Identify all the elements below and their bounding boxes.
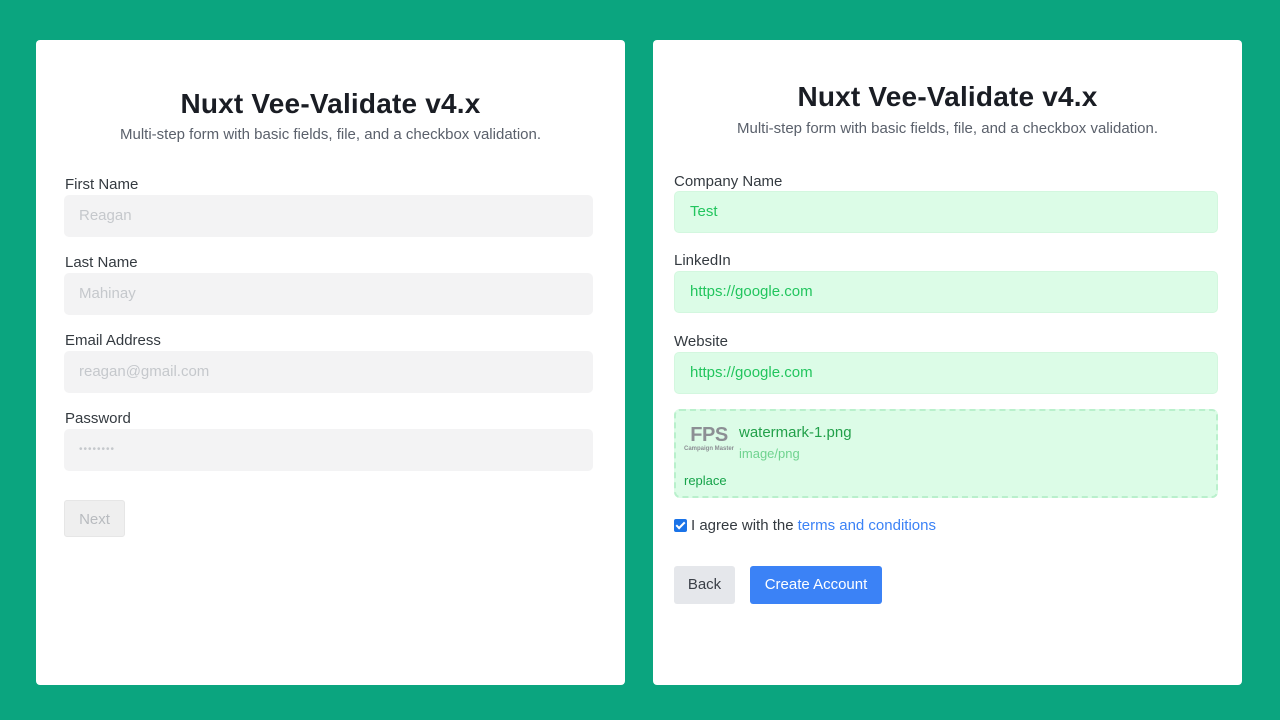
thumbnail-logo-subtext: Campaign Master (684, 446, 735, 452)
linkedin-label: LinkedIn (674, 252, 731, 269)
next-button[interactable]: Next (64, 500, 125, 537)
terms-link[interactable]: terms and conditions (798, 517, 936, 534)
page-subtitle: Multi-step form with basic fields, file,… (119, 126, 542, 143)
website-label: Website (674, 333, 728, 350)
file-type: image/png (739, 446, 800, 461)
terms-agreement: I agree with the terms and conditions (674, 517, 936, 534)
website-input[interactable]: https://google.com (674, 352, 1218, 394)
email-label: Email Address (65, 332, 161, 349)
linkedin-input[interactable]: https://google.com (674, 271, 1218, 313)
page-title: Nuxt Vee-Validate v4.x (797, 81, 1098, 112)
file-name: watermark-1.png (739, 424, 852, 441)
step-two-card: Nuxt Vee-Validate v4.x Multi-step form w… (653, 40, 1242, 685)
create-account-button[interactable]: Create Account (750, 566, 882, 604)
first-name-label: First Name (65, 176, 139, 193)
back-button[interactable]: Back (674, 566, 735, 604)
first-name-input[interactable]: Reagan (64, 195, 593, 237)
last-name-input[interactable]: Mahinay (64, 273, 593, 315)
step-one-card: Nuxt Vee-Validate v4.x Multi-step form w… (36, 40, 625, 685)
page-title: Nuxt Vee-Validate v4.x (180, 88, 481, 119)
password-input[interactable]: •••••••• (64, 429, 593, 471)
terms-text: I agree with the (691, 517, 794, 534)
company-name-label: Company Name (674, 173, 783, 190)
terms-checkbox[interactable] (674, 519, 687, 532)
last-name-label: Last Name (65, 254, 138, 271)
replace-file-link[interactable]: replace (684, 473, 727, 488)
file-thumbnail: FPS Campaign Master (684, 425, 734, 461)
thumbnail-logo-text: FPS (690, 424, 728, 446)
page-subtitle: Multi-step form with basic fields, file,… (736, 120, 1159, 137)
file-upload-dropzone[interactable]: FPS Campaign Master watermark-1.png imag… (674, 409, 1218, 498)
company-name-input[interactable]: Test (674, 191, 1218, 233)
email-input[interactable]: reagan@gmail.com (64, 351, 593, 393)
password-label: Password (65, 410, 131, 427)
